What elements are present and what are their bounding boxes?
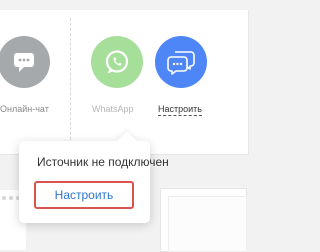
configure-link[interactable]: Настроить	[158, 104, 202, 116]
card-right-inner	[168, 196, 247, 252]
whatsapp-icon[interactable]	[91, 36, 143, 88]
whatsapp-label: WhatsApp	[92, 104, 134, 114]
popup-message: Источник не подключен	[37, 155, 169, 169]
online-chat-icon[interactable]	[0, 36, 50, 88]
configure-chat-icon[interactable]	[155, 36, 207, 88]
online-chat-label: Онлайн-чат	[0, 104, 49, 114]
configure-button[interactable]: Настроить	[34, 181, 134, 209]
drag-dots-icon	[2, 196, 20, 200]
panel-divider	[70, 18, 71, 140]
source-popup: Источник не подключен Настроить	[19, 131, 169, 223]
